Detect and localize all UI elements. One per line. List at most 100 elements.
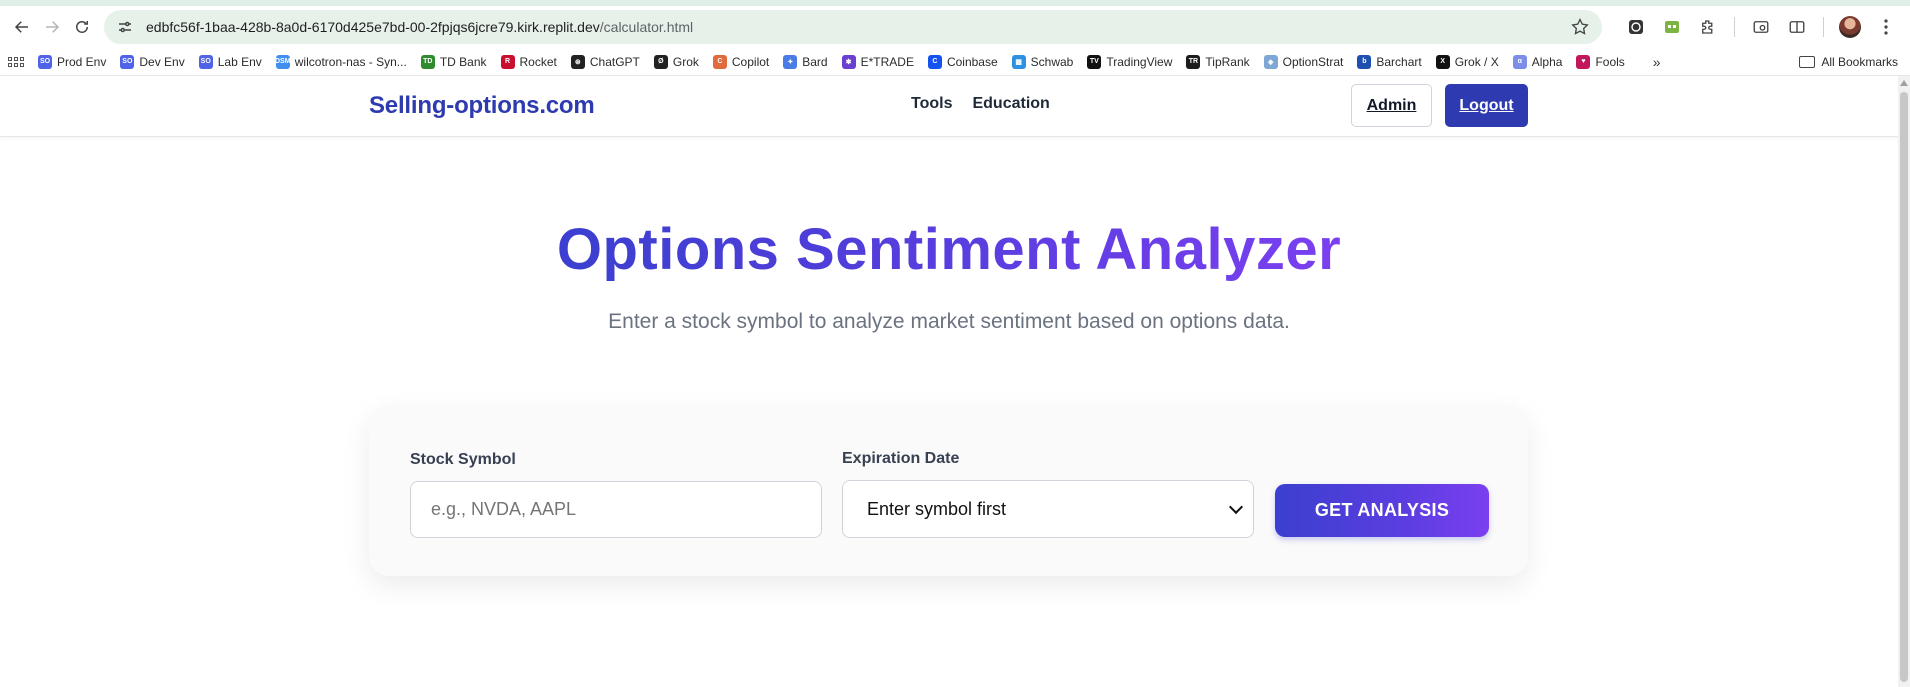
bookmarks-overflow-button[interactable]: »	[1653, 54, 1661, 70]
folder-icon	[1799, 55, 1816, 68]
bookmark-item[interactable]: C Copilot	[712, 54, 769, 69]
bookmark-favicon-icon: DSM	[275, 54, 291, 69]
all-bookmarks-button[interactable]: All Bookmarks	[1799, 55, 1904, 69]
bookmark-star-icon[interactable]	[1570, 17, 1590, 37]
robot-extension-icon[interactable]	[1656, 11, 1688, 43]
bookmark-favicon-icon: C	[927, 54, 942, 69]
logout-button[interactable]: Logout	[1445, 84, 1528, 127]
bookmark-item[interactable]: Ø Grok	[653, 54, 699, 69]
reading-mode-icon[interactable]	[1781, 11, 1813, 43]
nav-education-link[interactable]: Education	[972, 95, 1049, 113]
bookmark-item[interactable]: ⊛ ChatGPT	[570, 54, 640, 69]
all-bookmarks-label: All Bookmarks	[1821, 54, 1898, 69]
url-path: /calculator.html	[599, 19, 694, 35]
bookmark-favicon-icon: ✦	[783, 54, 798, 69]
scroll-up-icon[interactable]	[1900, 80, 1908, 86]
stock-symbol-input[interactable]	[410, 481, 822, 538]
nav-tools-link[interactable]: Tools	[911, 95, 952, 113]
bookmark-item[interactable]: C Coinbase	[927, 54, 998, 69]
get-analysis-button[interactable]: GET ANALYSIS	[1275, 484, 1489, 537]
bookmark-item[interactable]: ♥ Fools	[1576, 54, 1625, 69]
bookmark-item[interactable]: ✱ E*TRADE	[841, 54, 914, 69]
tab-search-icon[interactable]	[1745, 11, 1777, 43]
bookmark-item[interactable]: b Barchart	[1357, 54, 1422, 69]
bookmark-label: Schwab	[1030, 54, 1074, 69]
bookmark-item[interactable]: DSM wilcotron-nas - Syn...	[275, 54, 407, 69]
bookmark-favicon-icon: SO	[198, 54, 213, 69]
bookmark-label: Lab Env	[217, 54, 262, 69]
bookmark-label: Grok	[672, 54, 699, 69]
bookmark-favicon-icon: ◈	[1263, 54, 1278, 69]
site-info-icon[interactable]	[116, 17, 136, 37]
bookmark-label: Grok / X	[1454, 54, 1499, 69]
bookmark-favicon-icon: ✱	[841, 54, 856, 69]
bookmark-favicon-icon: α	[1512, 54, 1527, 69]
apps-grid-icon[interactable]	[6, 52, 26, 72]
bookmark-label: Alpha	[1531, 54, 1563, 69]
bookmark-favicon-icon: C	[712, 54, 727, 69]
page-viewport: Selling-options.com Tools Education Admi…	[0, 76, 1910, 687]
bookmark-item[interactable]: X Grok / X	[1435, 54, 1499, 69]
bookmark-favicon-icon: SO	[120, 54, 135, 69]
chatgpt-extension-icon[interactable]	[1620, 11, 1652, 43]
bookmark-item[interactable]: ✦ Bard	[783, 54, 828, 69]
page-subtitle: Enter a stock symbol to analyze market s…	[608, 310, 1290, 333]
bookmark-item[interactable]: R Rocket	[500, 54, 557, 69]
extensions-area	[1620, 11, 1902, 43]
profile-avatar[interactable]	[1834, 11, 1866, 43]
reload-button[interactable]	[68, 10, 96, 44]
bookmark-favicon-icon: ▦	[1011, 54, 1026, 69]
analysis-form-card: Stock Symbol Expiration Date Enter symbo…	[369, 405, 1528, 576]
bookmark-item[interactable]: TV TradingView	[1087, 54, 1173, 69]
bookmark-label: OptionStrat	[1282, 54, 1344, 69]
expiration-date-label: Expiration Date	[842, 450, 960, 467]
url-text: edbfc56f-1baa-428b-8a0d-6170d425e7bd-00-…	[146, 19, 1570, 35]
bookmark-label: Fools	[1595, 54, 1625, 69]
toolbar-divider	[1734, 17, 1735, 37]
bookmark-list: SO Prod Env SO Dev Env SO Lab Env DSM wilcotron…	[38, 54, 1639, 69]
bookmark-item[interactable]: SO Prod Env	[38, 54, 107, 69]
bookmark-item[interactable]: ▦ Schwab	[1011, 54, 1074, 69]
bookmark-label: Rocket	[519, 54, 557, 69]
bookmark-label: TradingView	[1106, 54, 1173, 69]
bookmark-item[interactable]: α Alpha	[1512, 54, 1563, 69]
bookmark-label: ChatGPT	[589, 54, 640, 69]
bookmark-item[interactable]: ◈ OptionStrat	[1263, 54, 1344, 69]
toolbar-divider	[1823, 17, 1824, 37]
bookmark-favicon-icon: ⊛	[570, 54, 585, 69]
main-nav: Tools Education	[911, 95, 1050, 113]
bookmark-item[interactable]: SO Lab Env	[198, 54, 262, 69]
puzzle-extensions-icon[interactable]	[1692, 11, 1724, 43]
expiration-date-value: Enter symbol first	[867, 498, 1007, 519]
bookmark-item[interactable]: SO Dev Env	[120, 54, 185, 69]
scrollbar-thumb[interactable]	[1900, 92, 1908, 682]
admin-button[interactable]: Admin	[1351, 84, 1432, 127]
bookmark-item[interactable]: TD TD Bank	[420, 54, 487, 69]
bookmark-label: Bard	[802, 54, 828, 69]
site-logo[interactable]: Selling-options.com	[369, 92, 595, 120]
bookmark-label: E*TRADE	[860, 54, 914, 69]
bookmarks-bar: SO Prod Env SO Dev Env SO Lab Env DSM wilcotron…	[0, 48, 1910, 76]
stock-symbol-label: Stock Symbol	[410, 451, 516, 468]
reload-icon	[76, 21, 88, 33]
bookmark-favicon-icon: Ø	[653, 54, 668, 69]
chevron-down-icon	[1228, 499, 1244, 514]
arrow-right-icon	[46, 21, 60, 33]
bookmark-item[interactable]: TR TipRank	[1186, 54, 1250, 69]
back-button[interactable]	[8, 10, 36, 44]
bookmark-favicon-icon: TD	[420, 54, 435, 69]
bookmark-favicon-icon: R	[500, 54, 515, 69]
bookmark-favicon-icon: ♥	[1576, 54, 1591, 69]
bookmark-favicon-icon: X	[1435, 54, 1450, 69]
bookmark-favicon-icon: TR	[1186, 54, 1201, 69]
bookmark-favicon-icon: TV	[1087, 54, 1102, 69]
browser-menu-icon[interactable]	[1870, 11, 1902, 43]
forward-button[interactable]	[38, 10, 66, 44]
page-scrollbar[interactable]	[1898, 76, 1910, 687]
address-bar[interactable]: edbfc56f-1baa-428b-8a0d-6170d425e7bd-00-…	[104, 10, 1602, 44]
expiration-date-select[interactable]: Enter symbol first	[842, 480, 1254, 538]
arrow-left-icon	[14, 21, 28, 33]
bookmark-label: Dev Env	[139, 54, 185, 69]
bookmark-label: wilcotron-nas - Syn...	[294, 54, 407, 69]
bookmark-label: Prod Env	[57, 54, 107, 69]
